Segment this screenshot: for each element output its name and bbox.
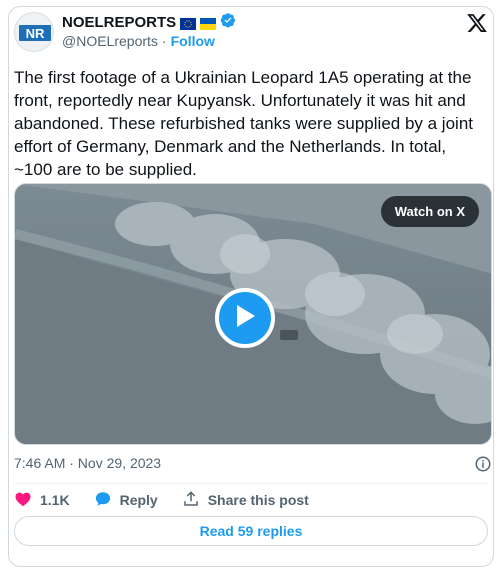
timestamp-text[interactable]: 7:46 AM · Nov 29, 2023 — [14, 455, 161, 471]
video-player[interactable]: Watch on X — [14, 183, 492, 445]
share-icon — [182, 490, 200, 511]
ukraine-flag-icon — [200, 17, 217, 30]
watch-on-x-button[interactable]: Watch on X — [380, 196, 479, 227]
avatar-text: NR — [26, 26, 45, 41]
eu-flag-icon — [180, 17, 197, 30]
play-button[interactable] — [215, 288, 275, 348]
info-icon[interactable] — [474, 455, 492, 478]
author-name-row: NOELREPORTS — [62, 12, 236, 33]
divider — [14, 483, 488, 484]
action-bar: 1.1K Reply Share this post — [14, 490, 333, 510]
heart-icon — [14, 490, 32, 511]
display-name[interactable]: NOELREPORTS — [62, 14, 176, 31]
share-button[interactable]: Share this post — [182, 490, 309, 511]
reply-button[interactable]: Reply — [94, 490, 158, 511]
tweet-text: The first footage of a Ukrainian Leopard… — [14, 68, 473, 179]
avatar[interactable]: NR — [14, 12, 54, 52]
separator-dot: · — [161, 33, 167, 49]
like-button[interactable]: 1.1K — [14, 490, 70, 511]
like-count: 1.1K — [40, 492, 70, 508]
reply-label: Reply — [119, 492, 158, 508]
read-replies-button[interactable]: Read 59 replies — [14, 516, 488, 546]
x-logo-icon[interactable] — [466, 12, 488, 34]
author-handle[interactable]: @NOELreports — [62, 33, 158, 49]
play-icon — [234, 304, 256, 333]
timestamp[interactable]: 7:46 AM · Nov 29, 2023 — [14, 455, 161, 471]
follow-button[interactable]: Follow — [171, 33, 215, 49]
handle-row: @NOELreports · Follow — [62, 33, 215, 49]
speech-bubble-icon — [94, 490, 112, 511]
share-label: Share this post — [207, 492, 309, 508]
verified-badge-icon — [220, 12, 236, 33]
